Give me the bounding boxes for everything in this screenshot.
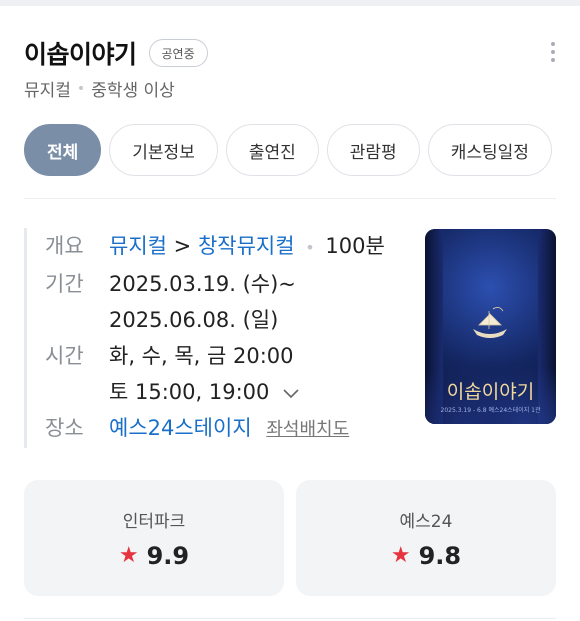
more-vertical-icon-dot <box>551 58 555 62</box>
rating-card-interpark[interactable]: 인터파크 ★ 9.9 <box>24 480 284 596</box>
venue-value: 예스24스테이지 좌석배치도 <box>109 410 349 448</box>
poster-ship-illustration <box>473 307 507 338</box>
divider <box>24 198 556 199</box>
category-arrow: > <box>173 234 192 258</box>
genre: 뮤지컬 <box>24 81 71 101</box>
subcategory-link[interactable]: 창작뮤지컬 <box>198 234 295 258</box>
info-section: 개요 뮤지컬 > 창작뮤지컬 • 100분 기간 2025.03.19. (수)… <box>24 228 394 448</box>
rating-score: 9.8 <box>418 541 462 570</box>
page-title: 이솝이야기 <box>24 40 137 69</box>
rating-score-row: ★ 9.8 <box>391 542 461 570</box>
duration: 100분 <box>325 234 385 258</box>
star-icon: ★ <box>390 543 411 568</box>
poster-image[interactable]: 이솝이야기 2025.3.19 - 6.8 예스24스테이지 1관 <box>425 229 556 424</box>
star-icon: ★ <box>118 543 139 568</box>
ratings: 인터파크 ★ 9.9 예스24 ★ 9.8 <box>24 480 556 596</box>
age-rating: 중학생 이상 <box>91 81 175 101</box>
time-weekend-value: 토 15:00, 19:00 <box>109 374 300 410</box>
tab-all[interactable]: 전체 <box>24 124 102 176</box>
rating-score: 9.9 <box>146 541 190 570</box>
period-row: 기간 2025.03.19. (수)~ <box>45 266 394 302</box>
rating-source: 인터파크 <box>122 511 186 532</box>
subtitle: 뮤지컬 • 중학생 이상 <box>24 76 175 102</box>
time-weekday: 화, 수, 목, 금 20:00 <box>109 344 294 368</box>
rating-score-row: ★ 9.9 <box>119 542 189 570</box>
divider <box>24 618 556 619</box>
more-vertical-icon <box>551 42 555 46</box>
time-weekend: 토 15:00, 19:00 <box>109 380 270 404</box>
tab-reviews[interactable]: 관람평 <box>326 124 420 176</box>
time-row: 시간 화, 수, 목, 금 20:00 <box>45 338 394 374</box>
more-options-button[interactable] <box>546 40 560 64</box>
separator-dot: • <box>76 80 86 97</box>
period-label-spacer <box>45 302 109 338</box>
overview-row: 개요 뮤지컬 > 창작뮤지컬 • 100분 <box>45 228 394 266</box>
tab-cast[interactable]: 출연진 <box>225 124 319 176</box>
tab-bar: 전체 기본정보 출연진 관람평 캐스팅일정 <box>24 124 560 176</box>
seat-map-link[interactable]: 좌석배치도 <box>266 419 349 440</box>
top-bar <box>0 0 580 6</box>
time-label: 시간 <box>45 344 84 368</box>
time-row-weekend[interactable]: 토 15:00, 19:00 <box>45 374 394 410</box>
venue-label: 장소 <box>45 416 84 440</box>
period-label: 기간 <box>45 272 84 296</box>
poster-caption: 2025.3.19 - 6.8 예스24스테이지 1관 <box>440 407 541 414</box>
poster-title: 이솝이야기 <box>446 381 535 403</box>
category-link[interactable]: 뮤지컬 <box>109 234 167 258</box>
status-badge: 공연중 <box>148 39 208 67</box>
separator-dot: • <box>305 238 315 257</box>
tab-basic-info[interactable]: 기본정보 <box>109 124 218 176</box>
time-label-spacer <box>45 374 109 410</box>
rating-card-yes24[interactable]: 예스24 ★ 9.8 <box>296 480 556 596</box>
period-start: 2025.03.19. (수)~ <box>109 272 296 296</box>
period-row-end: 2025.06.08. (일) <box>45 302 394 338</box>
period-end: 2025.06.08. (일) <box>109 308 279 332</box>
more-vertical-icon-dot <box>551 50 555 54</box>
rating-source: 예스24 <box>399 511 453 532</box>
tab-casting-schedule[interactable]: 캐스팅일정 <box>427 124 552 176</box>
venue-row: 장소 예스24스테이지 좌석배치도 <box>45 410 394 448</box>
title-row: 이솝이야기 공연중 <box>24 36 208 70</box>
overview-label: 개요 <box>45 234 84 258</box>
chevron-down-icon[interactable] <box>282 387 300 399</box>
overview-value: 뮤지컬 > 창작뮤지컬 • 100분 <box>109 228 385 266</box>
venue-link[interactable]: 예스24스테이지 <box>109 416 252 440</box>
